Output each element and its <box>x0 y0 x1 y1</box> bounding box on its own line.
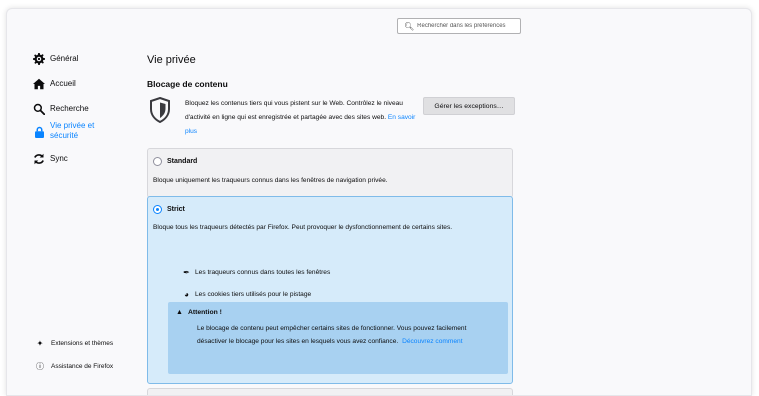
sidebar-item-sync[interactable]: Sync <box>33 153 68 165</box>
next-option[interactable] <box>147 388 513 395</box>
sidebar-item-privacy[interactable]: Vie privée et sécurité <box>33 120 113 141</box>
sync-icon <box>33 153 45 165</box>
content-blocking-description: Bloquez les contenus tiers qui vous pist… <box>185 97 423 139</box>
strict-option[interactable]: Strict Bloque tous les traqueurs détecté… <box>147 196 513 384</box>
sidebar-item-label: Assistance de Firefox <box>51 363 114 370</box>
standard-option[interactable]: Standard Bloque uniquement les traqueurs… <box>147 148 513 198</box>
preferences-window: 🔍︎ Général Accueil Recherche Vie pri <box>6 8 752 396</box>
preferences-search-input[interactable] <box>417 23 520 29</box>
feature-label: Les traqueurs connus dans toutes les fen… <box>195 269 331 276</box>
standard-description: Bloque uniquement les traqueurs connus d… <box>153 177 388 184</box>
page-title: Vie privée <box>147 54 196 66</box>
search-icon <box>33 103 45 115</box>
sidebar-item-extensions[interactable]: ✦ Extensions et thèmes <box>35 339 114 348</box>
puzzle-icon: ✦ <box>36 339 44 348</box>
description-text: Bloquez les contenus tiers qui vous pist… <box>185 100 403 121</box>
sidebar-item-label: Vie privée et sécurité <box>50 121 95 140</box>
gear-icon <box>33 53 45 65</box>
shield-icon <box>149 96 171 124</box>
lock-icon <box>33 126 45 138</box>
sidebar-item-home[interactable]: Accueil <box>33 78 76 90</box>
search-icon: 🔍︎ <box>404 21 415 31</box>
manage-exceptions-button[interactable]: Gérer les exceptions… <box>423 97 515 115</box>
warning-title: Attention ! <box>187 309 222 316</box>
warning-icon: ▲ <box>176 309 183 316</box>
warning-body: Le blocage de contenu peut empêcher cert… <box>197 322 497 348</box>
tracker-icon: ✒︎ <box>183 268 190 277</box>
sidebar-item-label: Sync <box>50 154 68 163</box>
sidebar-item-label: Général <box>50 54 79 63</box>
sidebar-item-support[interactable]: ⓘ Assistance de Firefox <box>35 361 113 372</box>
standard-radio[interactable] <box>153 157 162 166</box>
sidebar-item-label: Accueil <box>50 79 76 88</box>
sidebar-item-label: Extensions et thèmes <box>51 340 114 347</box>
sidebar-item-general[interactable]: Général <box>33 53 78 65</box>
help-icon: ⓘ <box>36 362 44 371</box>
learn-how-link[interactable]: Découvrez comment <box>402 338 462 345</box>
strict-title: Strict <box>167 206 185 213</box>
feature-cookies: ◕ Les cookies tiers utilisés pour le pis… <box>182 290 311 299</box>
feature-trackers: ✒︎ Les traqueurs connus dans toutes les … <box>182 268 330 277</box>
warning-header: ▲ Attention ! <box>176 309 222 316</box>
home-icon <box>33 78 45 90</box>
sidebar-footer: ✦ Extensions et thèmes ⓘ Assistance de F… <box>35 339 113 372</box>
strict-description: Bloque tous les traqueurs détectés par F… <box>153 224 453 231</box>
section-title: Blocage de contenu <box>147 79 228 89</box>
sidebar-item-label: Recherche <box>50 104 89 113</box>
cookie-icon: ◕ <box>184 290 189 299</box>
preferences-search-box[interactable]: 🔍︎ <box>397 18 521 34</box>
strict-radio[interactable] <box>153 205 162 214</box>
standard-title: Standard <box>167 158 198 165</box>
feature-label: Les cookies tiers utilisés pour le pista… <box>195 291 312 298</box>
sidebar-item-search[interactable]: Recherche <box>33 103 89 115</box>
warning-box: ▲ Attention ! Le blocage de contenu peut… <box>168 302 508 374</box>
